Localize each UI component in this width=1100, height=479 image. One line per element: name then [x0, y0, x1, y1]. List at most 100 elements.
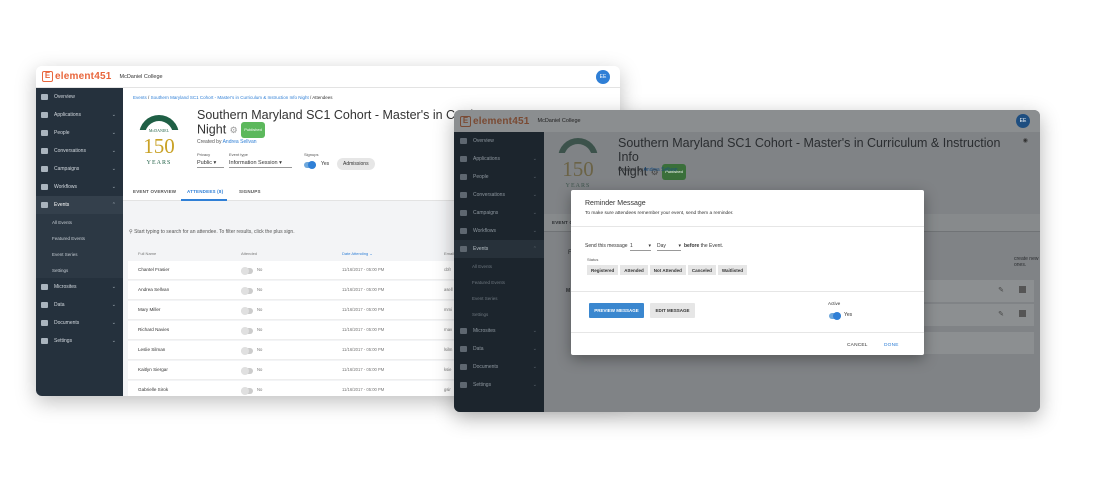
top-bar-dimmed: E element451 McDaniel College EE	[454, 110, 1040, 132]
workflow-icon	[41, 184, 48, 190]
attendee-name: Gabrielle Sirok	[138, 387, 169, 392]
status-chip-registered[interactable]: Registered	[587, 265, 619, 275]
sidebar-subitem-all-events[interactable]: All Events	[36, 214, 123, 230]
reminder-amount-select[interactable]: 1 ▾	[630, 243, 651, 251]
column-email[interactable]: Email	[444, 251, 454, 256]
reminder-unit-select[interactable]: Day ▾	[657, 243, 681, 251]
sidebar-item-conversations: Conversations ⌄	[454, 186, 544, 204]
column-date-attending[interactable]: Date Attending ⌄	[342, 251, 373, 256]
sidebar-item-conversations[interactable]: Conversations ⌄	[36, 142, 123, 160]
event-type-label: Event type	[229, 152, 248, 157]
sidebar-item-data: Data ⌄	[454, 340, 544, 358]
sidebar-item-people[interactable]: People ⌄	[36, 124, 123, 142]
chevron-down-icon: ⌄	[111, 130, 116, 136]
sidebar-item-label: Microsites	[54, 284, 77, 290]
pencil-icon: ✎	[998, 311, 1004, 318]
tab-signups[interactable]: SIGNUPS	[239, 189, 261, 194]
attendee-email: lsilm	[444, 347, 453, 352]
sidebar-item-label: Workflows	[54, 184, 77, 190]
privacy-select[interactable]: Public ▾	[197, 160, 224, 168]
before-event-text: before the Event.	[684, 243, 723, 249]
sidebar-item-campaigns: Campaigns ⌄	[454, 204, 544, 222]
active-value: Yes	[844, 312, 853, 318]
status-badge[interactable]: Published	[241, 122, 265, 138]
done-button[interactable]: DONE	[884, 343, 899, 348]
settings-icon	[41, 338, 48, 344]
seal-big-number: 150	[143, 134, 175, 158]
signups-toggle[interactable]	[304, 161, 316, 169]
user-avatar: EE	[1016, 114, 1030, 128]
gear-icon[interactable]: ⚙	[230, 125, 238, 135]
status-chip-attended[interactable]: Attended	[620, 265, 648, 275]
caret-down-icon: ▾	[213, 160, 217, 166]
tab-event-overview: EVENT O	[552, 220, 574, 225]
column-full-name[interactable]: Full Name	[138, 251, 156, 256]
event-type-select[interactable]: Information Session ▾	[229, 160, 292, 168]
sidebar-subitem-featured-events[interactable]: Featured Events	[36, 230, 123, 246]
settings-icon	[460, 382, 467, 388]
chat-icon	[460, 192, 467, 198]
breadcrumb-events[interactable]: Events	[133, 95, 147, 100]
attended-toggle[interactable]	[241, 267, 253, 275]
sidebar-item-campaigns[interactable]: Campaigns ⌄	[36, 160, 123, 178]
sidebar-item-overview[interactable]: Overview	[36, 88, 123, 106]
attendee-name: Chantel Frasier	[138, 267, 170, 272]
mcdaniel-150-seal-logo: McDANIEL 150 YEARS	[133, 115, 185, 166]
attended-toggle[interactable]	[241, 367, 253, 375]
admissions-button[interactable]: Admissions	[337, 158, 375, 170]
sidebar-item-label: Campaigns	[473, 210, 499, 216]
sidebar-subitem-settings: Settings	[472, 311, 489, 317]
app-logo[interactable]: E element451	[42, 71, 111, 82]
status-filter: Registered Attended Not Attended Cancele…	[587, 265, 747, 275]
org-name[interactable]: McDaniel College	[119, 74, 162, 80]
calendar-icon	[41, 202, 48, 208]
status-chip-not-attended[interactable]: Not Attended	[649, 265, 686, 275]
attendee-date: 11/16/2017 - 05:00 PM	[342, 367, 385, 372]
sidebar-item-microsites[interactable]: Microsites ⌄	[36, 278, 123, 296]
attendee-email: mmi	[444, 307, 452, 312]
sidebar-item-settings[interactable]: Settings ⌄	[36, 332, 123, 350]
status-chip-canceled[interactable]: Canceled	[687, 265, 716, 275]
attended-value: No	[257, 287, 263, 292]
sidebar-subitem-event-series[interactable]: Event Series	[36, 246, 123, 262]
edit-message-button[interactable]: EDIT MESSAGE	[650, 303, 695, 318]
chevron-down-icon: ⌄	[111, 320, 116, 326]
sidebar-item-events[interactable]: Events ⌃	[36, 196, 123, 214]
sidebar-item-data[interactable]: Data ⌄	[36, 296, 123, 314]
sidebar-item-label: Campaigns	[54, 166, 80, 172]
caret-down-icon: ▾	[279, 160, 282, 166]
people-icon	[41, 130, 48, 136]
breadcrumb-event[interactable]: Southern Maryland SC1 Cohort - Master's …	[151, 95, 309, 100]
sidebar-item-documents[interactable]: Documents ⌄	[36, 314, 123, 332]
user-avatar[interactable]: EE	[596, 70, 610, 84]
file-icon	[460, 156, 467, 162]
grid-icon	[41, 94, 48, 100]
attended-toggle[interactable]	[241, 347, 253, 355]
sidebar-item-workflows[interactable]: Workflows ⌄	[36, 178, 123, 196]
attendee-search[interactable]: ⚲ Start typing to search for an attendee…	[129, 229, 295, 235]
created-by-link[interactable]: Andrea Sellvan	[223, 139, 257, 145]
sidebar-subitem-settings[interactable]: Settings	[36, 262, 123, 278]
column-attended[interactable]: Attended	[241, 251, 257, 256]
chevron-up-icon: ⌃	[532, 246, 537, 252]
sidebar-dimmed: Overview Applications ⌄ People ⌄ Conversat…	[454, 132, 544, 412]
org-name: McDaniel College	[537, 118, 581, 124]
attended-toggle[interactable]	[241, 387, 253, 395]
sidebar-item-label: Events	[54, 202, 70, 208]
tab-attendees[interactable]: ATTENDEES (8)	[187, 189, 223, 194]
active-toggle[interactable]	[829, 312, 841, 320]
cancel-button[interactable]: CANCEL	[847, 343, 868, 348]
attendee-date: 11/16/2017 - 05:00 PM	[342, 327, 385, 332]
sidebar-item-applications[interactable]: Applications ⌄	[36, 106, 123, 124]
tab-event-overview[interactable]: EVENT OVERVIEW	[133, 189, 176, 194]
attendee-date: 11/16/2017 - 05:00 PM	[342, 267, 385, 272]
attended-toggle[interactable]	[241, 327, 253, 335]
signups-label: Signups	[304, 152, 319, 157]
status-chip-waitlisted[interactable]: Waitlisted	[717, 265, 747, 275]
sidebar-item-label: People	[473, 174, 489, 180]
preview-message-button[interactable]: PREVIEW MESSAGE	[589, 303, 644, 318]
attended-toggle[interactable]	[241, 287, 253, 295]
status-label: Status	[587, 257, 599, 262]
dimmed-label-m: M	[566, 288, 571, 294]
attended-toggle[interactable]	[241, 307, 253, 315]
